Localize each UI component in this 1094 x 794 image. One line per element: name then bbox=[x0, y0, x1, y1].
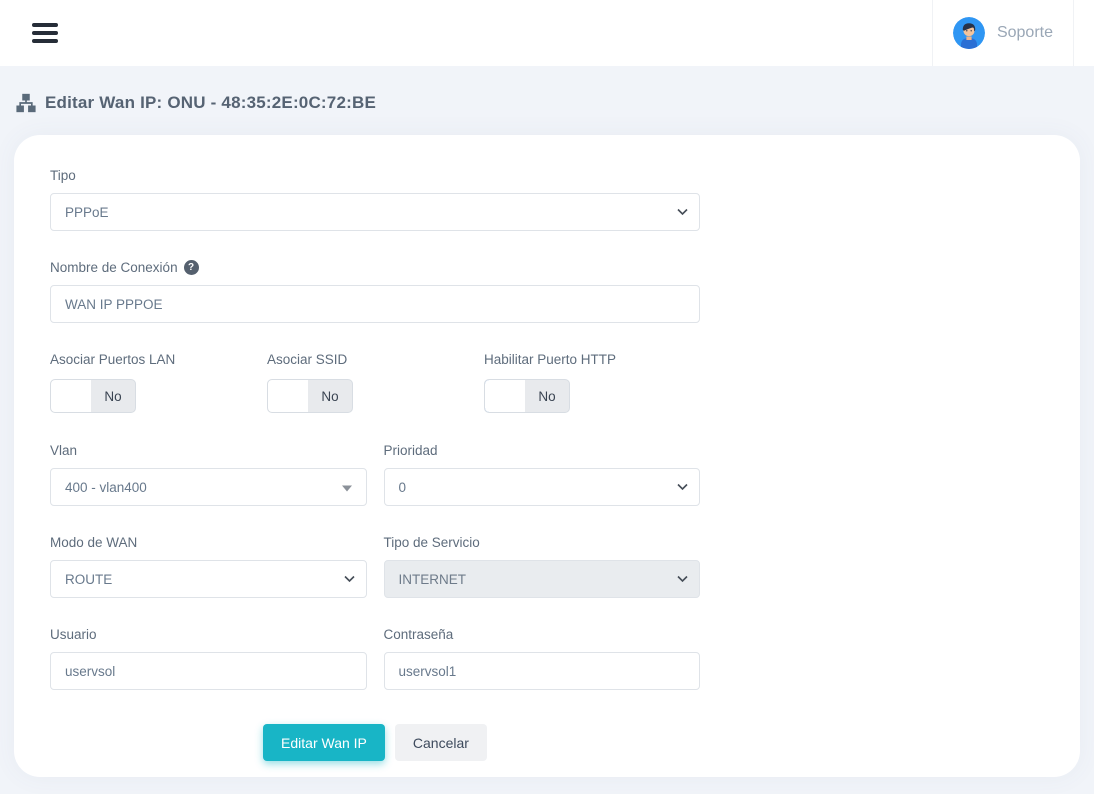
field-tipo-servicio: Tipo de Servicio INTERNET bbox=[384, 535, 701, 598]
prioridad-select[interactable]: 0 bbox=[384, 468, 701, 506]
toggle-state-label: No bbox=[308, 380, 352, 412]
modo-wan-select[interactable]: ROUTE bbox=[50, 560, 367, 598]
editar-wan-ip-button[interactable]: Editar Wan IP bbox=[263, 724, 385, 761]
field-usuario: Usuario bbox=[50, 627, 367, 690]
contrasena-input[interactable] bbox=[384, 652, 701, 690]
chevron-down-icon bbox=[677, 209, 688, 216]
field-contrasena: Contraseña bbox=[384, 627, 701, 690]
tipo-select[interactable]: PPPoE bbox=[50, 193, 700, 231]
vlan-select-value: 400 - vlan400 bbox=[65, 480, 147, 495]
nombre-conexion-label: Nombre de Conexión bbox=[50, 260, 178, 275]
topbar: Soporte bbox=[0, 0, 1094, 66]
hamburger-bar bbox=[32, 23, 58, 27]
usuario-label: Usuario bbox=[50, 627, 367, 642]
tipo-servicio-label: Tipo de Servicio bbox=[384, 535, 701, 550]
cancelar-button[interactable]: Cancelar bbox=[395, 724, 487, 761]
chevron-down-icon bbox=[677, 576, 688, 583]
tipo-select-value: PPPoE bbox=[65, 205, 109, 220]
tipo-servicio-select-value: INTERNET bbox=[399, 572, 467, 587]
field-nombre-conexion: Nombre de Conexión ? bbox=[50, 260, 700, 323]
edit-wan-form: Tipo PPPoE Nombre de Conexión ? Asociar … bbox=[50, 168, 700, 761]
nombre-conexion-input[interactable] bbox=[50, 285, 700, 323]
toggle-handle bbox=[51, 380, 91, 412]
modo-wan-select-value: ROUTE bbox=[65, 572, 112, 587]
vlan-label: Vlan bbox=[50, 443, 367, 458]
tipo-label: Tipo bbox=[50, 168, 700, 183]
row-modo-servicio: Modo de WAN ROUTE Tipo de Servicio INTER… bbox=[50, 535, 700, 598]
toggle-state-label: No bbox=[525, 380, 569, 412]
chevron-down-icon bbox=[677, 484, 688, 491]
menu-hamburger-icon[interactable] bbox=[32, 23, 58, 43]
chevron-down-icon bbox=[344, 576, 355, 583]
user-avatar-icon bbox=[953, 17, 985, 49]
hamburger-bar bbox=[32, 39, 58, 43]
prioridad-select-value: 0 bbox=[399, 480, 407, 495]
triangle-down-icon bbox=[342, 486, 352, 492]
asociar-ssid-toggle[interactable]: No bbox=[267, 379, 353, 413]
asociar-ssid-label: Asociar SSID bbox=[267, 352, 484, 367]
breadcrumb: Editar Wan IP: ONU - 48:35:2E:0C:72:BE bbox=[16, 93, 1094, 113]
edit-wan-card: Tipo PPPoE Nombre de Conexión ? Asociar … bbox=[14, 135, 1080, 777]
field-tipo: Tipo PPPoE bbox=[50, 168, 700, 231]
tipo-servicio-select: INTERNET bbox=[384, 560, 701, 598]
form-actions: Editar Wan IP Cancelar bbox=[50, 724, 700, 761]
field-prioridad: Prioridad 0 bbox=[384, 443, 701, 506]
toggle-handle bbox=[485, 380, 525, 412]
row-credenciales: Usuario Contraseña bbox=[50, 627, 700, 690]
toggle-col-asociar-puertos-lan: Asociar Puertos LAN No bbox=[50, 352, 267, 413]
toggle-row: Asociar Puertos LAN No Asociar SSID No H… bbox=[50, 352, 700, 413]
contrasena-label: Contraseña bbox=[384, 627, 701, 642]
toggle-col-habilitar-puerto-http: Habilitar Puerto HTTP No bbox=[484, 352, 701, 413]
field-modo-wan: Modo de WAN ROUTE bbox=[50, 535, 367, 598]
habilitar-puerto-http-label: Habilitar Puerto HTTP bbox=[484, 352, 701, 367]
toggle-handle bbox=[268, 380, 308, 412]
modo-wan-label: Modo de WAN bbox=[50, 535, 367, 550]
usuario-input[interactable] bbox=[50, 652, 367, 690]
row-vlan-prioridad: Vlan 400 - vlan400 Prioridad 0 bbox=[50, 443, 700, 506]
help-question-icon[interactable]: ? bbox=[184, 260, 199, 275]
toggle-col-asociar-ssid: Asociar SSID No bbox=[267, 352, 484, 413]
prioridad-label: Prioridad bbox=[384, 443, 701, 458]
field-vlan: Vlan 400 - vlan400 bbox=[50, 443, 367, 506]
habilitar-puerto-http-toggle[interactable]: No bbox=[484, 379, 570, 413]
support-label: Soporte bbox=[997, 24, 1053, 42]
page-title: Editar Wan IP: ONU - 48:35:2E:0C:72:BE bbox=[45, 93, 376, 113]
support-menu[interactable]: Soporte bbox=[932, 0, 1074, 66]
nombre-conexion-label-row: Nombre de Conexión ? bbox=[50, 260, 700, 275]
asociar-puertos-lan-label: Asociar Puertos LAN bbox=[50, 352, 267, 367]
sitemap-icon bbox=[16, 93, 36, 113]
vlan-select[interactable]: 400 - vlan400 bbox=[50, 468, 367, 506]
asociar-puertos-lan-toggle[interactable]: No bbox=[50, 379, 136, 413]
hamburger-bar bbox=[32, 31, 58, 35]
toggle-state-label: No bbox=[91, 380, 135, 412]
